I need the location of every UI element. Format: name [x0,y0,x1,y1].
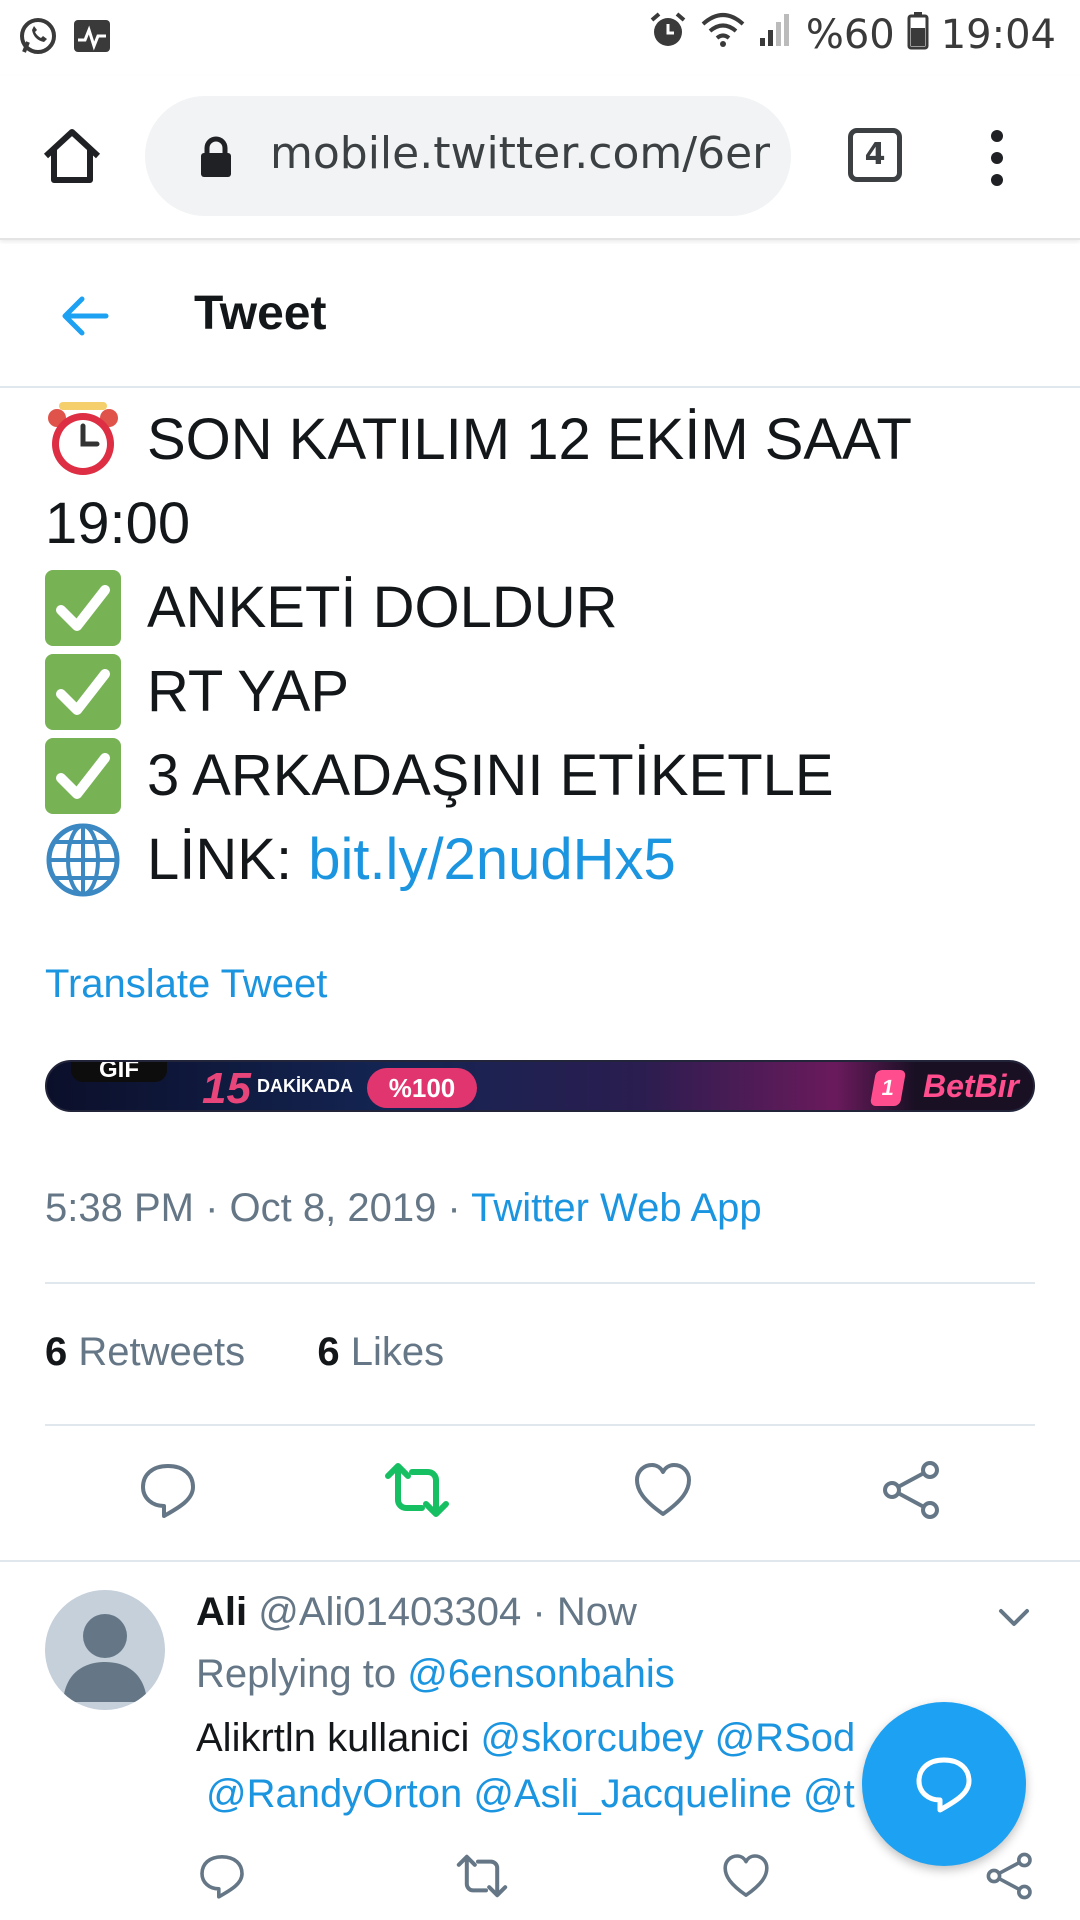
tweet-timestamp: 5:38 PM · Oct 8, 2019 · Twitter Web App [45,1186,762,1230]
share-icon [986,1852,1032,1900]
check-mark-icon [45,654,121,730]
like-button[interactable] [722,1852,770,1900]
tweet-line: RT YAP [45,650,1035,734]
status-bar: %60 19:04 [0,0,1080,76]
address-bar[interactable]: mobile.twitter.com/6ensonbahis [145,96,791,216]
back-button[interactable] [58,289,112,343]
tweet-line-text: 19:00 [45,491,191,556]
tweet-line: 3 ARKADAŞINI ETİKETLE [45,734,1035,818]
reply-options-button[interactable] [996,1600,1032,1636]
globe-icon [45,822,121,898]
tweet-stats: 6 Retweets 6 Likes [45,1330,444,1375]
wifi-icon [700,10,746,60]
reply-button[interactable] [198,1852,246,1900]
tweet-line-text: SON KATILIM 12 EKİM SAAT [147,407,912,472]
retweets-count: 6 [45,1330,68,1374]
tweet-line-text: ANKETİ DOLDUR [147,575,618,640]
divider [0,1560,1080,1562]
reply-icon [141,1464,195,1518]
divider [45,1424,1035,1426]
arrow-left-icon [62,296,109,336]
reply-button[interactable] [138,1460,198,1520]
tweet-line: SON KATILIM 12 EKİM SAAT [45,398,1035,482]
link-label: LİNK: [147,827,293,892]
reply-icon [200,1855,244,1899]
avatar[interactable] [45,1590,165,1710]
home-icon [43,129,101,183]
alarm-icon [648,10,688,60]
more-vertical-icon [991,130,1003,186]
chevron-down-icon [999,1609,1029,1626]
tweet-link[interactable]: bit.ly/2nudHx5 [308,818,676,902]
share-icon [883,1461,939,1519]
tweet-line: 19:00 [45,482,1035,566]
browser-menu-button[interactable] [982,126,1012,190]
compose-reply-icon [916,1757,972,1813]
likes-stat[interactable]: 6 Likes [317,1330,444,1374]
home-button[interactable] [40,124,104,188]
reply-text-start: Alikrtln kullanici [196,1716,470,1760]
tweet-action-bar [0,1460,1080,1530]
likes-label: Likes [350,1330,445,1374]
tweet-line-text: RT YAP [147,659,350,724]
replying-handle[interactable]: @6ensonbahis [407,1652,674,1696]
tweet-date[interactable]: Oct 8, 2019 [230,1186,437,1230]
retweets-label: Retweets [78,1330,246,1374]
replying-to: Replying to @6ensonbahis [196,1652,675,1697]
reply-author-handle[interactable]: @Ali01403304 [258,1590,521,1634]
retweets-stat[interactable]: 6 Retweets [45,1330,245,1374]
retweet-icon [456,1854,508,1898]
page-title: Tweet [194,287,327,340]
lock-icon [201,136,231,177]
banner-dakika: DAKİKADA [257,1076,353,1096]
tweet-line: LİNK: bit.ly/2nudHx5 [45,818,1035,902]
translate-tweet-link[interactable]: Translate Tweet [45,962,327,1007]
heart-icon [723,1854,769,1897]
gif-badge: GIF [71,1062,167,1083]
battery-percent: %60 [805,12,895,58]
divider [45,1282,1035,1284]
betbir-logo-icon: 1 [869,1070,907,1106]
battery-icon [907,10,929,60]
retweet-icon [385,1463,449,1517]
default-avatar-icon [63,1614,147,1702]
compose-tweet-button[interactable] [862,1702,1026,1866]
check-mark-icon [45,738,121,814]
like-button[interactable] [633,1460,693,1520]
tab-switcher-button[interactable]: 4 [848,128,902,182]
reply-mentions[interactable]: @RandyOrton @Asli_Jacqueline @t [206,1772,855,1816]
reply-header: Ali @Ali01403304 · Now [196,1590,637,1634]
reply-author-name[interactable]: Ali [196,1590,247,1634]
banner-percent: %100 [367,1068,477,1108]
browser-toolbar: mobile.twitter.com/6ensonbahis 4 [0,76,1080,240]
banner-number: 15 [202,1064,251,1112]
whatsapp-icon [18,16,58,61]
tweet-source[interactable]: Twitter Web App [471,1186,762,1230]
media-banner[interactable]: GIF 15 DAKİKADA %100 1 BetBir [45,1060,1035,1112]
url-text: mobile.twitter.com/6ensonbahis [270,128,770,179]
page-header: Tweet [0,244,1080,388]
replying-label: Replying to [196,1652,397,1696]
activity-monitor-icon [72,16,112,61]
tweet-line: ANKETİ DOLDUR [45,566,1035,650]
check-mark-icon [45,570,121,646]
clock-time: 19:04 [940,12,1056,58]
retweet-button[interactable] [384,1460,449,1520]
heart-icon [635,1463,691,1516]
alarm-clock-icon [45,402,121,478]
signal-icon [758,10,794,60]
reply-time: Now [556,1590,637,1634]
reply-mentions[interactable]: @skorcubey @RSod [481,1716,856,1760]
likes-count: 6 [317,1330,340,1374]
tweet-line-text: 3 ARKADAŞINI ETİKETLE [147,743,834,808]
banner-brand: BetBir [922,1068,1019,1104]
tweet-text: SON KATILIM 12 EKİM SAAT 19:00 ANKETİ DO… [45,398,1035,902]
share-button[interactable] [882,1460,942,1520]
tweet-time[interactable]: 5:38 PM [45,1186,194,1230]
share-button[interactable] [986,1852,1034,1900]
retweet-button[interactable] [455,1852,509,1900]
